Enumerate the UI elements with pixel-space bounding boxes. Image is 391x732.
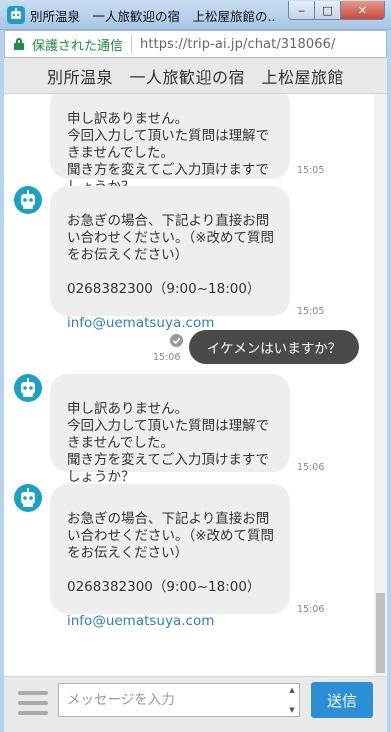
close-button[interactable]: ✕ xyxy=(341,1,385,20)
window-titlebar: 別所温泉 一人旅歓迎の宿 上松屋旅館の... ‒ □ ✕ xyxy=(0,0,391,30)
minimize-button[interactable]: ‒ xyxy=(288,1,315,20)
message-time: 15:06 xyxy=(153,352,181,363)
chat-scrollbar-thumb[interactable] xyxy=(376,593,385,673)
message-input-bar: ▲▼ 送信 xyxy=(4,676,387,732)
message-time: 15:06 xyxy=(297,462,325,473)
hamburger-menu-icon[interactable] xyxy=(18,688,48,718)
input-spin-icon[interactable]: ▲ ▼ xyxy=(287,686,297,714)
bot-message-bubble: 申し訳ありません。 今回入力して頂いた質問は理解できませんでした。 聞き方を変え… xyxy=(50,94,290,195)
chat-scrollbar[interactable] xyxy=(374,94,387,676)
address-bar[interactable]: 保護された通信 https://trip-ai.jp/chat/318066/ xyxy=(4,30,387,58)
window-controls: ‒ □ ✕ xyxy=(288,1,385,20)
send-button[interactable]: 送信 xyxy=(311,682,373,718)
message-input[interactable] xyxy=(58,683,300,717)
user-message-bubble: イケメンはいますか？ xyxy=(189,330,359,364)
message-time: 15:05 xyxy=(297,165,325,176)
email-link[interactable]: info@uematsuya.com xyxy=(67,613,276,630)
window-title: 別所温泉 一人旅歓迎の宿 上松屋旅館の... xyxy=(30,9,275,24)
chat-header-title: 別所温泉 一人旅歓迎の宿 上松屋旅館 xyxy=(4,58,387,94)
user-message-text: イケメンはいますか？ xyxy=(206,341,342,357)
bot-message-text: お急ぎの場合、下記より直接お問い合わせください。（※改めて質問をお伝えください）… xyxy=(67,511,275,595)
bot-message-text: 申し訳ありません。 今回入力して頂いた質問は理解できませんでした。 聞き方を変え… xyxy=(67,111,270,195)
maximize-button[interactable]: □ xyxy=(315,1,341,20)
secure-label: 保護された通信 xyxy=(32,38,124,54)
lock-icon xyxy=(14,38,24,50)
bot-message-bubble: お急ぎの場合、下記より直接お問い合わせください。（※改めて質問をお伝えください）… xyxy=(50,186,290,331)
bot-avatar-icon xyxy=(14,186,42,214)
bot-avatar-icon xyxy=(14,484,42,512)
chat-app: 別所温泉 一人旅歓迎の宿 上松屋旅館 申し訳ありません。 今回入力して頂いた質問… xyxy=(4,58,387,732)
bot-avatar-icon xyxy=(14,374,42,402)
chat-messages[interactable]: 申し訳ありません。 今回入力して頂いた質問は理解できませんでした。 聞き方を変え… xyxy=(4,94,387,676)
url-text[interactable]: https://trip-ai.jp/chat/318066/ xyxy=(140,37,336,52)
bot-message-bubble: 申し訳ありません。 今回入力して頂いた質問は理解できませんでした。 聞き方を変え… xyxy=(50,374,290,485)
bot-message-text: お急ぎの場合、下記より直接お問い合わせください。（※改めて質問をお伝えください）… xyxy=(67,213,275,297)
address-divider xyxy=(131,35,133,53)
robot-icon xyxy=(7,6,25,24)
message-time: 15:06 xyxy=(297,604,325,615)
bot-message-text: 申し訳ありません。 今回入力して頂いた質問は理解できませんでした。 聞き方を変え… xyxy=(67,401,270,485)
bot-message-bubble: お急ぎの場合、下記より直接お問い合わせください。（※改めて質問をお伝えください）… xyxy=(50,484,290,629)
message-time: 15:05 xyxy=(297,306,325,317)
check-icon xyxy=(170,334,183,347)
